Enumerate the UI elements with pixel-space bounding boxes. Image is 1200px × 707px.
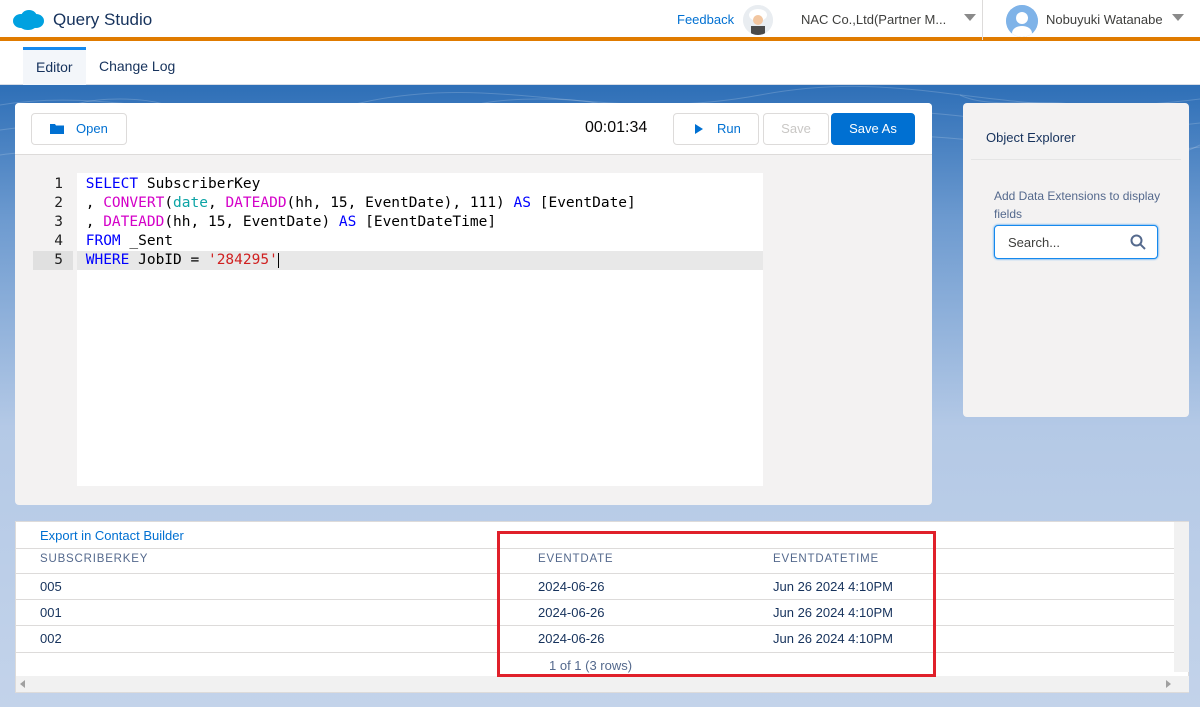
- code-line[interactable]: WHERE JobID = '284295': [77, 251, 763, 270]
- export-contact-builder-link[interactable]: Export in Contact Builder: [40, 528, 184, 543]
- line-number: 3: [54, 214, 63, 230]
- table-cell: 001: [40, 605, 62, 620]
- open-button-label: Open: [76, 121, 108, 136]
- table-cell: 005: [40, 579, 62, 594]
- save-button[interactable]: Save: [763, 113, 829, 145]
- sql-code-editor[interactable]: SELECT SubscriberKey , CONVERT(date, DAT…: [77, 173, 763, 486]
- query-timer: 00:01:34: [585, 119, 648, 136]
- line-number: 4: [54, 233, 63, 249]
- tab-change-log[interactable]: Change Log: [86, 47, 188, 85]
- table-cell: 002: [40, 631, 62, 646]
- scroll-right-icon[interactable]: [1166, 680, 1171, 688]
- tab-editor[interactable]: Editor: [23, 47, 86, 85]
- user-menu[interactable]: Nobuyuki Watanabe: [1046, 12, 1163, 27]
- search-icon[interactable]: [1130, 234, 1146, 250]
- highlight-annotation-box: [497, 531, 936, 677]
- search-input[interactable]: Search...: [994, 225, 1158, 259]
- code-line[interactable]: , CONVERT(date, DATEADD(hh, 15, EventDat…: [77, 194, 763, 213]
- run-button-label: Run: [717, 121, 741, 136]
- divider: [971, 159, 1181, 160]
- query-editor-panel: Open 00:01:34 Run Save Save As 1 2 3 4 5…: [15, 103, 932, 505]
- header-divider: [982, 0, 983, 40]
- line-number: 1: [54, 176, 63, 192]
- vertical-scrollbar[interactable]: [1174, 522, 1189, 672]
- code-line[interactable]: , DATEADD(hh, 15, EventDate) AS [EventDa…: [77, 213, 763, 232]
- global-header: Query Studio Feedback NAC Co.,Ltd(Partne…: [0, 0, 1200, 41]
- save-as-button[interactable]: Save As: [831, 113, 915, 145]
- tab-bar: Editor Change Log: [0, 45, 1200, 85]
- play-icon: [695, 124, 703, 134]
- feedback-link[interactable]: Feedback: [677, 12, 734, 27]
- horizontal-scrollbar[interactable]: [16, 676, 1189, 692]
- open-button[interactable]: Open: [31, 113, 127, 145]
- app-title: Query Studio: [53, 10, 153, 29]
- org-switcher[interactable]: NAC Co.,Ltd(Partner M...: [801, 12, 961, 27]
- chevron-down-icon[interactable]: [1172, 14, 1184, 21]
- salesforce-cloud-icon[interactable]: [11, 8, 45, 32]
- line-number: 2: [54, 195, 63, 211]
- einstein-avatar-icon: [743, 5, 773, 35]
- editor-toolbar: Open 00:01:34 Run Save Save As: [15, 103, 932, 155]
- column-header-subscriberkey[interactable]: SUBSCRIBERKEY: [40, 553, 148, 565]
- text-cursor: [277, 252, 279, 268]
- line-number: 5: [33, 251, 73, 270]
- code-line[interactable]: FROM _Sent: [77, 232, 763, 251]
- folder-icon: [50, 124, 64, 134]
- user-avatar-icon[interactable]: [1006, 5, 1038, 37]
- object-explorer-title: Object Explorer: [986, 130, 1076, 145]
- code-line[interactable]: SELECT SubscriberKey: [77, 175, 763, 194]
- run-button[interactable]: Run: [673, 113, 759, 145]
- scroll-left-icon[interactable]: [20, 680, 25, 688]
- chevron-down-icon[interactable]: [964, 14, 976, 21]
- explorer-hint: Add Data Extensions to display fields: [994, 189, 1161, 221]
- object-explorer-panel: Object Explorer Add Data Extensions to d…: [963, 103, 1189, 417]
- search-placeholder: Search...: [1008, 235, 1061, 250]
